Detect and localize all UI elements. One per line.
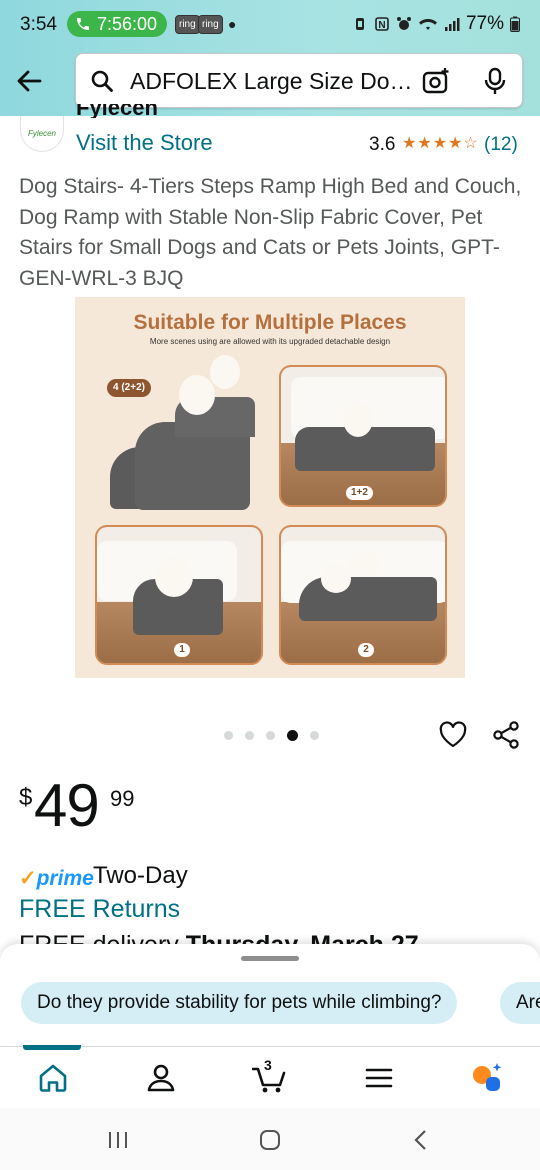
microphone-icon[interactable] [482,67,508,95]
search-input[interactable]: ADFOLEX Large Size Dog Stairs [75,53,523,108]
question-sheet: Do they provide stability for pets while… [0,944,540,1046]
prime-logo: ✓prime [19,866,94,891]
sheet-handle[interactable] [241,956,299,961]
notification-dot-icon: ● [228,16,237,32]
brand-name: Fylecen [76,104,158,118]
prime-check-icon: ✓ [19,867,37,890]
call-timer: 7:56:00 [97,13,158,34]
active-tab-indicator [23,1045,81,1050]
rating-value: 3.6 [369,134,396,155]
panel-label: 1+2 [345,485,374,501]
star-rating-icon[interactable]: ★★★★☆ [402,133,479,153]
wifi-icon [418,19,437,30]
rufus-icon[interactable] [470,1061,504,1095]
signal-icon [444,18,460,31]
price-fraction: 99 [110,786,135,811]
rating-count-link[interactable]: (12) [484,134,518,156]
pager-dot[interactable] [224,731,233,740]
cart-button[interactable]: 3 [251,1057,286,1095]
cart-count: 3 [264,1057,272,1073]
battery-icon [510,16,520,32]
dog-shape [210,355,240,389]
prime-label: prime [36,867,94,890]
image-tag: 4 (2+2) [107,379,151,397]
pager-dot[interactable] [266,731,275,740]
alarm-icon [396,17,411,30]
panel-label: 2 [357,642,375,658]
pager-dot[interactable] [310,731,319,740]
home-icon[interactable] [36,1061,70,1095]
question-chip[interactable]: Are [500,982,540,1024]
pager-dot[interactable] [245,731,254,740]
question-chip[interactable]: Do they provide stability for pets while… [21,982,458,1024]
heart-icon[interactable] [438,720,468,750]
search-query: ADFOLEX Large Size Dog Stairs [130,68,420,94]
image-subline: More scenes using are allowed with its u… [149,337,391,346]
ring-app-icon: ring [198,15,223,34]
phone-icon [77,18,89,30]
vibrate-icon [355,18,364,30]
ring-app-icon: ring [175,15,200,34]
search-icon [91,70,113,92]
nfc-icon: N [375,17,389,31]
account-icon[interactable] [144,1061,178,1095]
status-time: 3:54 [20,14,57,35]
two-day-label: Two-Day [93,862,188,889]
visit-store-link[interactable]: Visit the Store [76,130,213,156]
price-whole: 49 [34,772,100,839]
back-arrow-icon[interactable] [12,64,46,98]
status-right: N 77% [352,13,520,35]
dog-shape [179,375,215,415]
price-symbol: $ [19,784,33,811]
battery-percent: 77% [465,13,504,34]
menu-icon[interactable] [362,1061,396,1095]
brand-logo-text: Fylecen [27,129,56,138]
brand-logo[interactable]: Fylecen [20,116,64,152]
share-icon[interactable] [491,720,521,750]
svg-text:N: N [378,20,385,31]
call-indicator[interactable]: 7:56:00 [67,11,167,37]
free-returns-link[interactable]: FREE Returns [19,895,180,924]
pager-dot[interactable] [287,730,298,741]
bottom-nav: 3 [0,1045,540,1108]
system-back-icon[interactable] [410,1128,434,1152]
product-image[interactable]: Suitable for Multiple Places More scenes… [75,297,465,678]
product-title: Dog Stairs- 4-Tiers Steps Ramp High Bed … [19,175,522,290]
panel-label: 1 [173,642,191,658]
image-headline: Suitable for Multiple Places [133,311,407,334]
system-nav [0,1108,540,1170]
status-bar: 3:54 7:56:00 ring ring ● N 77% [0,0,540,50]
home-circle-icon[interactable] [258,1128,282,1152]
camera-lens-icon[interactable] [422,67,450,95]
recents-icon[interactable] [106,1128,130,1152]
image-pager[interactable] [224,730,319,741]
